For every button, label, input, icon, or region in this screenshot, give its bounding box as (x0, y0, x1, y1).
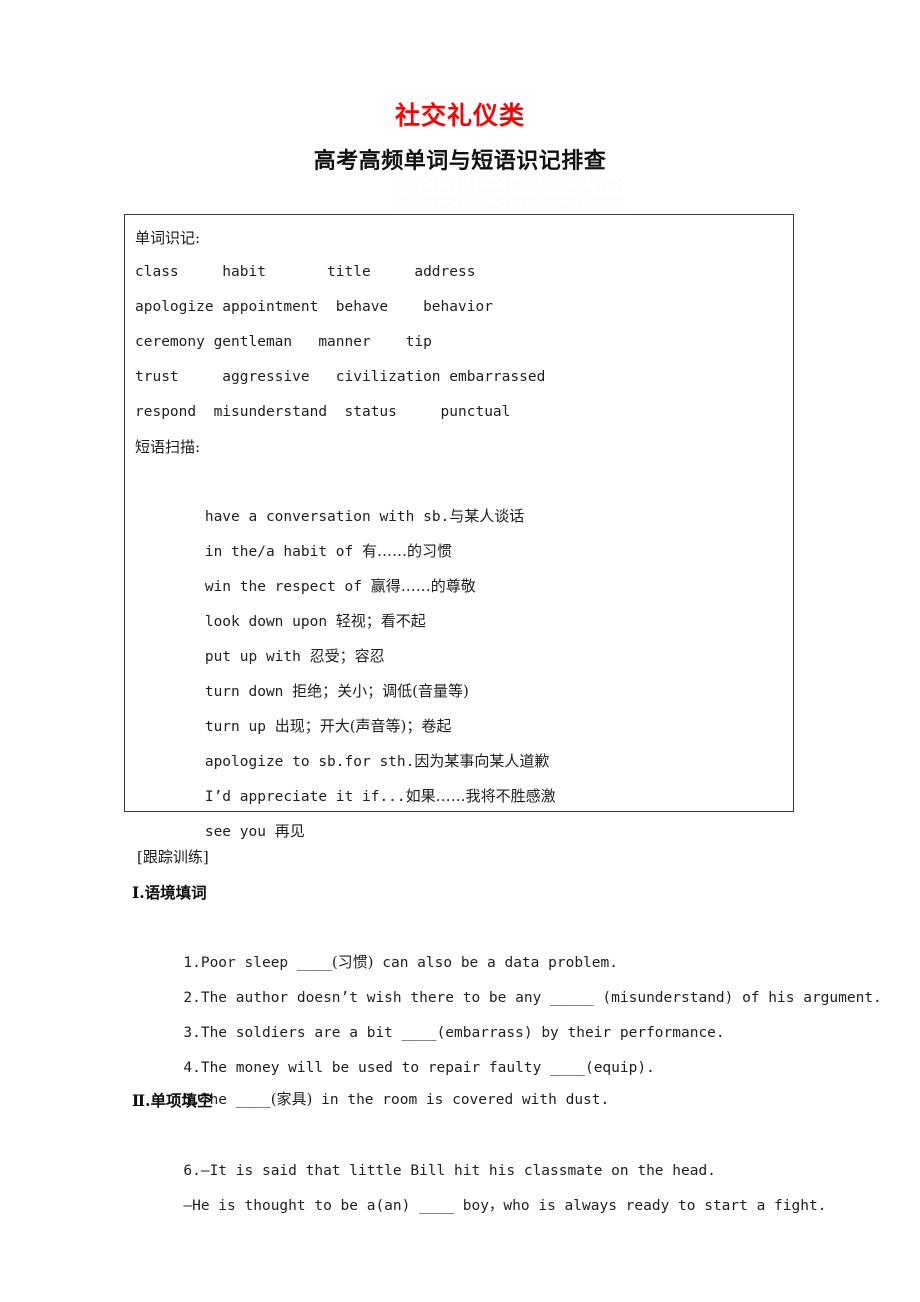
exercise-text: 6.—It is said that little Bill hit his c… (183, 1163, 716, 1179)
phrase-en: turn up (204, 719, 275, 735)
exercise-hint-cn: (习惯) (331, 953, 374, 971)
exercise-text: —He is thought to be a(an) (183, 1198, 420, 1214)
phrase-en: apologize to sb.for sth. (204, 754, 415, 770)
document-page: 社交礼仪类 高考高频单词与短语识记排查 单词识记: class habit ti… (0, 0, 920, 1302)
exercise-text: boy，who is always ready to start a fight… (454, 1198, 827, 1214)
exercise-text: 2.The author doesn’t wish there to be an… (183, 990, 551, 1006)
exercise-blank: ____ (419, 1198, 455, 1214)
exercise-hint-cn: (家具) (270, 1090, 313, 1108)
scan-speckle-artifact (395, 178, 625, 212)
word-row: respond misunderstand status punctual (135, 404, 511, 420)
phrase-cn: 出现；开大(声音等)；卷起 (274, 717, 452, 735)
phrase-row: have a conversation with sb.与某人谈话 (135, 464, 785, 525)
page-title: 社交礼仪类 (394, 101, 525, 130)
exercise-section-one-heading: Ⅰ.语境填词 (132, 883, 207, 902)
words-heading: 单词识记: (135, 229, 201, 247)
exercise-text: 4.The money will be used to repair fault… (183, 1060, 551, 1076)
phrase-cn: 与某人谈话 (449, 507, 525, 525)
phrase-cn: 因为某事向某人道歉 (414, 752, 550, 770)
phrase-en: win the respect of (204, 579, 371, 595)
exercise-tag: [跟踪训练] (137, 848, 209, 866)
phrase-en: in the/a habit of (204, 544, 362, 560)
phrase-cn: 赢得……的尊敬 (370, 577, 476, 595)
vocabulary-box-content: 单词识记: class habit title address apologiz… (135, 221, 785, 840)
phrases-heading: 短语扫描: (135, 438, 201, 456)
phrase-en: put up with (204, 649, 310, 665)
exercise-text: (embarrass) by their performance. (436, 1025, 725, 1041)
phrase-en: turn down (204, 684, 293, 700)
exercise-text: (misunderstand) of his argument. (593, 990, 882, 1006)
exercise-text: can also be a data problem. (373, 955, 618, 971)
phrase-cn: 拒绝；关小；调低(音量等) (292, 682, 469, 700)
phrase-cn: 如果……我将不胜感激 (405, 787, 556, 805)
phrase-cn: 再见 (274, 822, 305, 840)
exercise-blank: _____ (550, 990, 594, 1006)
exercise-blank: ____ (550, 1060, 585, 1076)
vocabulary-box: 单词识记: class habit title address apologiz… (124, 214, 794, 840)
phrase-en: look down upon (204, 614, 336, 630)
exercise-item: 6.—It is said that little Bill hit his c… (131, 1118, 811, 1179)
exercises-section: [跟踪训练] Ⅰ.语境填词 1.Poor sleep ____(习惯) can … (131, 840, 882, 1214)
word-row: class habit title address (135, 264, 476, 280)
phrase-en: I’d appreciate it if... (204, 789, 406, 805)
phrase-cn: 忍受；容忍 (309, 647, 385, 665)
phrase-en: see you (204, 824, 275, 840)
phrase-cn: 轻视；看不起 (335, 612, 426, 630)
page-subtitle: 高考高频单词与短语识记排查 (313, 148, 607, 174)
exercise-text: in the room is covered with dust. (312, 1092, 610, 1108)
exercise-blank: ____ (235, 1092, 271, 1108)
word-row: trust aggressive civilization embarrasse… (135, 369, 546, 385)
exercise-item: 1.Poor sleep ____(习惯) can also be a data… (131, 910, 811, 971)
exercise-blank: ____ (296, 955, 332, 971)
exercise-text: (equip). (584, 1060, 655, 1076)
exercise-blank: ____ (401, 1025, 437, 1041)
word-row: apologize appointment behave behavior (135, 299, 493, 315)
exercise-text: 1.Poor sleep (183, 955, 297, 971)
exercise-text: 3.The soldiers are a bit (183, 1025, 402, 1041)
word-row: ceremony gentleman manner tip (135, 334, 432, 350)
phrase-en: have a conversation with sb. (204, 509, 450, 525)
phrase-cn: 有……的习惯 (361, 542, 452, 560)
